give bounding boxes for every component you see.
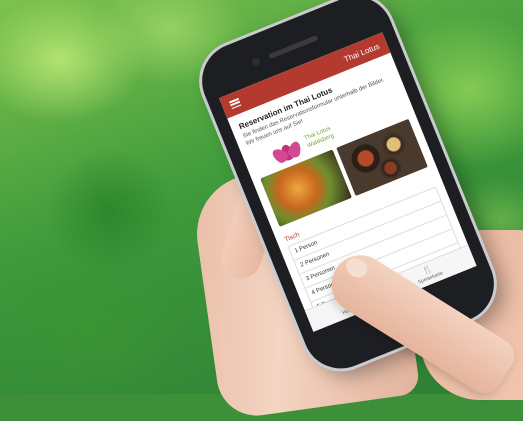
hamburger-menu-icon[interactable] [229, 97, 242, 110]
fingernail [342, 254, 371, 282]
earpiece-speaker [268, 35, 319, 60]
tab-menu[interactable]: 🍴 Speisekarte [414, 262, 444, 286]
front-camera [250, 56, 262, 67]
